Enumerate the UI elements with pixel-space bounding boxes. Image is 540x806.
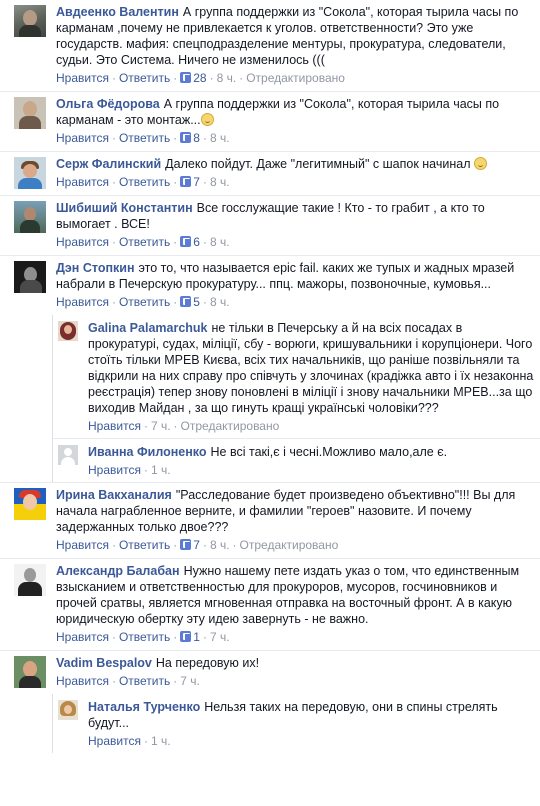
reply-button[interactable]: Ответить	[119, 175, 170, 189]
reply-button[interactable]: Ответить	[119, 295, 170, 309]
likes-count[interactable]: 7	[180, 175, 200, 189]
likes-count[interactable]: 7	[180, 538, 200, 552]
comment-author[interactable]: Ирина Вакханалия	[56, 488, 172, 502]
likes-count[interactable]: 8	[180, 131, 200, 145]
timestamp[interactable]: 7 ч.	[210, 630, 230, 644]
comment-author[interactable]: Наталья Турченко	[88, 700, 200, 714]
like-icon	[180, 236, 192, 247]
avatar[interactable]	[14, 157, 46, 189]
reply-button[interactable]: Ответить	[119, 538, 170, 552]
timestamp[interactable]: 8 ч.	[217, 71, 237, 85]
like-icon	[180, 539, 192, 550]
reply-comment: Galina Palamarchuk не тільки в Печерську …	[52, 315, 540, 438]
comment: Ольга Фёдорова А группа поддержки из "Сок…	[0, 92, 540, 152]
likes-count[interactable]: 1	[180, 630, 200, 644]
comment-author[interactable]: Авдеенко Валентин	[56, 5, 179, 19]
avatar[interactable]	[14, 656, 46, 688]
timestamp[interactable]: 7 ч.	[151, 419, 171, 433]
comment: Дэн Стопкин это то, что называется epic f…	[0, 256, 540, 315]
timestamp[interactable]: 8 ч.	[210, 295, 230, 309]
comment-author[interactable]: Дэн Стопкин	[56, 261, 135, 275]
comment-author[interactable]: Александр Балабан	[56, 564, 180, 578]
like-button[interactable]: Нравится	[56, 674, 109, 688]
comment-text: Далеко пойдут. Даже "легитимный" с шапок…	[165, 157, 471, 171]
avatar[interactable]	[14, 201, 46, 233]
comment-author[interactable]: Vadim Bespalov	[56, 656, 152, 670]
comment-author[interactable]: Ольга Фёдорова	[56, 97, 160, 111]
like-button[interactable]: Нравится	[56, 235, 109, 249]
reply-button[interactable]: Ответить	[119, 630, 170, 644]
like-button[interactable]: Нравится	[56, 131, 109, 145]
smile-icon	[200, 113, 214, 126]
like-button[interactable]: Нравится	[88, 734, 141, 748]
avatar[interactable]	[14, 488, 46, 520]
comment-author[interactable]: Серж Фалинский	[56, 157, 161, 171]
timestamp[interactable]: 8 ч.	[210, 175, 230, 189]
edited-label[interactable]: Отредактировано	[181, 419, 280, 433]
timestamp[interactable]: 8 ч.	[210, 131, 230, 145]
comment-author[interactable]: Иванна Филоненко	[88, 445, 207, 459]
like-button[interactable]: Нравится	[56, 538, 109, 552]
avatar[interactable]	[14, 261, 46, 293]
like-button[interactable]: Нравится	[56, 295, 109, 309]
comments-feed: Авдеенко Валентин А группа поддержки из "…	[0, 0, 540, 753]
timestamp[interactable]: 8 ч.	[210, 538, 230, 552]
reply-comment: Иванна Филоненко Не всі такі,є і чесні.Мо…	[52, 438, 540, 482]
comment-text: На передовую их!	[155, 656, 260, 670]
avatar[interactable]	[58, 700, 78, 720]
comment: Vadim Bespalov На передовую их! Нравится ·…	[0, 651, 540, 694]
comment: Александр Балабан Нужно нашему пете издат…	[0, 559, 540, 651]
like-icon	[180, 132, 192, 143]
reply-button[interactable]: Ответить	[119, 235, 170, 249]
like-button[interactable]: Нравится	[88, 463, 141, 477]
avatar[interactable]	[58, 445, 78, 465]
reply-button[interactable]: Ответить	[119, 131, 170, 145]
like-icon	[180, 176, 192, 187]
comment-author[interactable]: Шибиший Константин	[56, 201, 193, 215]
likes-count[interactable]: 5	[180, 295, 200, 309]
comment: Серж Фалинский Далеко пойдут. Даже "легит…	[0, 152, 540, 196]
like-button[interactable]: Нравится	[88, 419, 141, 433]
timestamp[interactable]: 1 ч.	[151, 463, 171, 477]
reply-button[interactable]: Ответить	[119, 674, 170, 688]
like-button[interactable]: Нравится	[56, 630, 109, 644]
comment: Авдеенко Валентин А группа поддержки из "…	[0, 0, 540, 92]
likes-count[interactable]: 28	[180, 71, 207, 85]
like-icon	[180, 72, 192, 83]
like-button[interactable]: Нравится	[56, 175, 109, 189]
comment: Шибиший Константин Все госслужащие такие …	[0, 196, 540, 256]
comment-author[interactable]: Galina Palamarchuk	[88, 321, 208, 335]
timestamp[interactable]: 1 ч.	[151, 734, 171, 748]
like-button[interactable]: Нравится	[56, 71, 109, 85]
avatar[interactable]	[14, 97, 46, 129]
timestamp[interactable]: 7 ч.	[180, 674, 200, 688]
like-icon	[180, 296, 192, 307]
smile-icon	[474, 157, 487, 170]
likes-count[interactable]: 6	[180, 235, 200, 249]
avatar[interactable]	[14, 5, 46, 37]
reply-button[interactable]: Ответить	[119, 71, 170, 85]
timestamp[interactable]: 8 ч.	[210, 235, 230, 249]
reply-comment: Наталья Турченко Нельзя таких на передову…	[52, 694, 540, 753]
edited-label[interactable]: Отредактировано	[246, 71, 345, 85]
avatar[interactable]	[14, 564, 46, 596]
comment: Ирина Вакханалия "Расследование будет про…	[0, 482, 540, 559]
like-icon	[180, 631, 192, 642]
avatar[interactable]	[58, 321, 78, 341]
comment-text: не тільки в Печерську а й на всіх посада…	[88, 321, 534, 415]
edited-label[interactable]: Отредактировано	[240, 538, 339, 552]
comment-text: Не всі такі,є і чесні.Можливо мало,але є…	[210, 445, 448, 459]
